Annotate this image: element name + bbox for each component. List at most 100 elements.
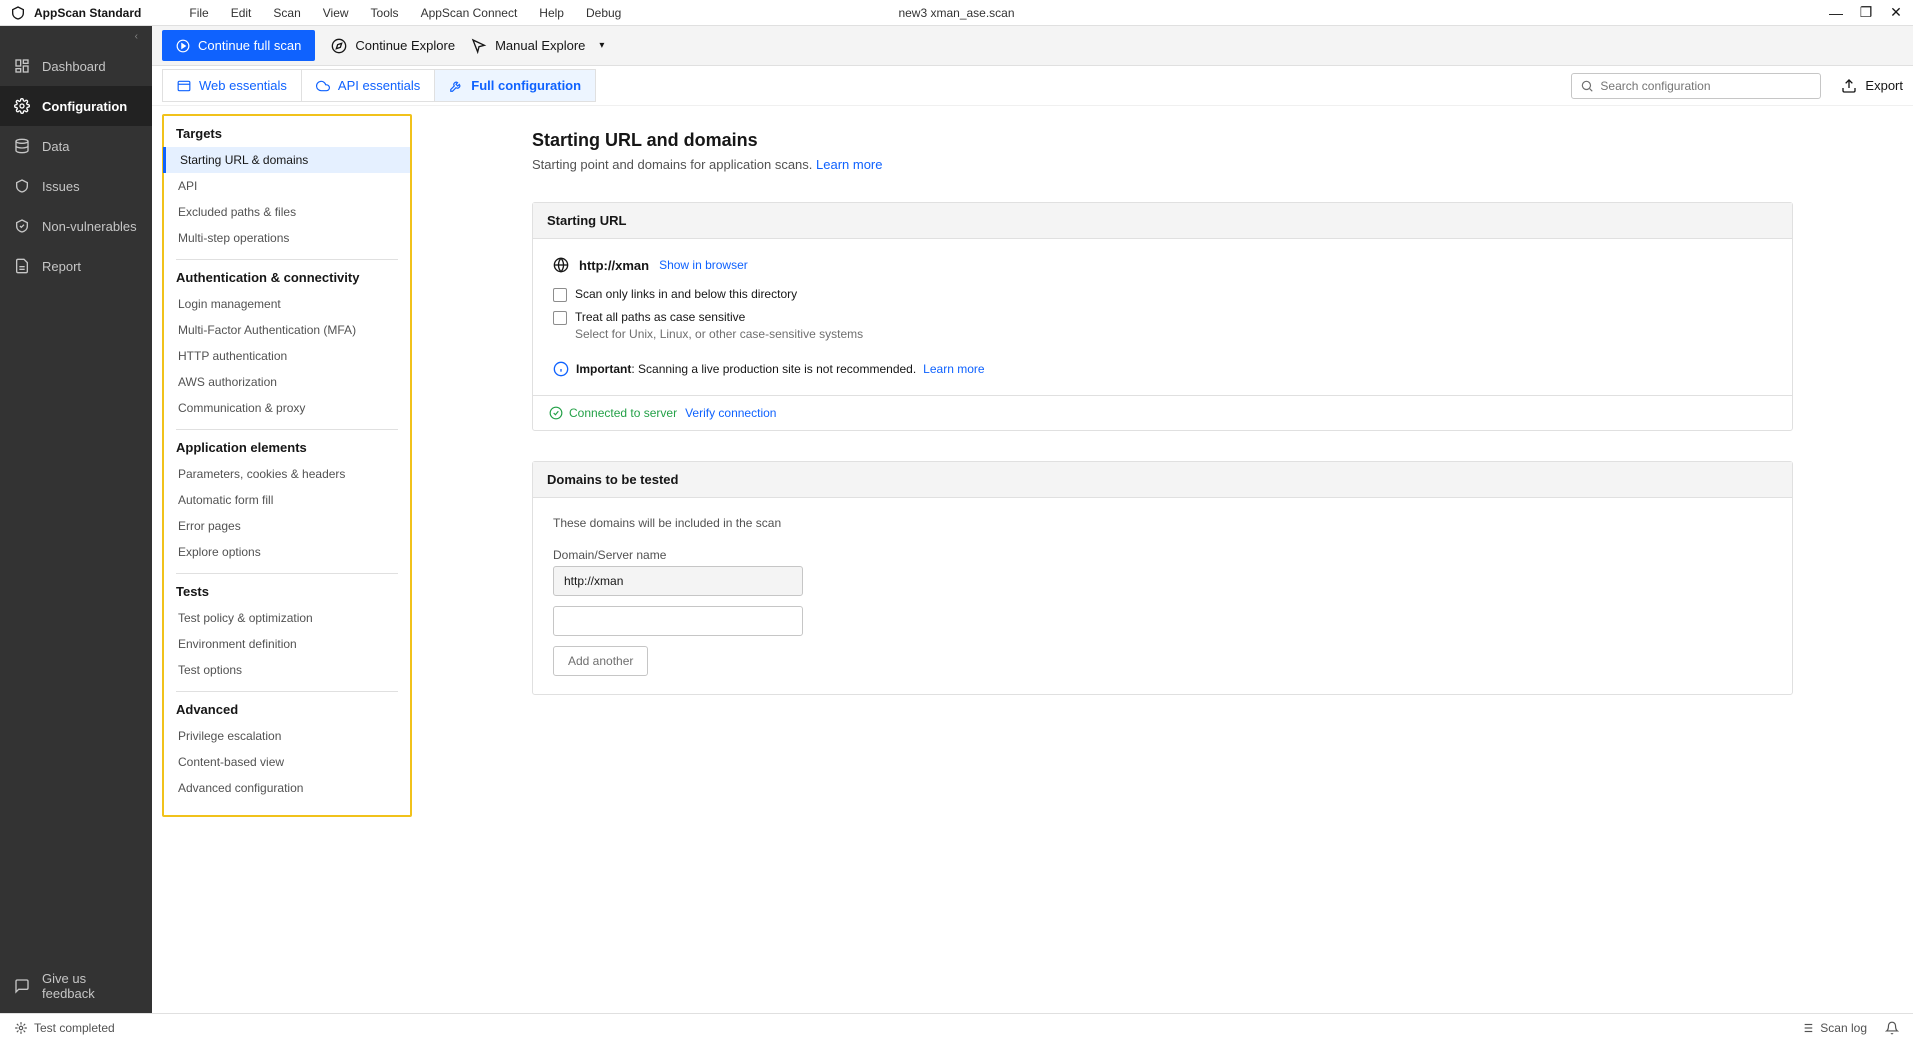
menu-edit[interactable]: Edit <box>231 6 252 20</box>
menu-view[interactable]: View <box>323 6 349 20</box>
tree-item-excluded-paths[interactable]: Excluded paths & files <box>164 199 410 225</box>
tab-web-essentials[interactable]: Web essentials <box>163 70 302 101</box>
tree-item-starting-url[interactable]: Starting URL & domains <box>163 147 410 173</box>
page-title: Starting URL and domains <box>532 130 1793 151</box>
database-icon <box>14 138 30 154</box>
config-tree: Targets Starting URL & domains API Exclu… <box>162 114 412 1013</box>
bell-icon <box>1885 1021 1899 1035</box>
sidebar-item-label: Non-vulnerables <box>42 219 137 234</box>
important-text: Important: Scanning a live production si… <box>576 362 916 376</box>
tree-item-mfa[interactable]: Multi-Factor Authentication (MFA) <box>164 317 410 343</box>
export-button[interactable]: Export <box>1841 78 1903 94</box>
main-panel: Starting URL and domains Starting point … <box>412 106 1913 1013</box>
globe-icon <box>553 257 569 273</box>
tree-group-app-elements: Application elements <box>164 430 410 461</box>
sidebar-collapse-icon[interactable]: ‹ <box>0 26 152 46</box>
tree-item-priv-esc[interactable]: Privilege escalation <box>164 723 410 749</box>
menu-scan[interactable]: Scan <box>273 6 300 20</box>
tree-item-explore-options[interactable]: Explore options <box>164 539 410 565</box>
sidebar-item-data[interactable]: Data <box>0 126 152 166</box>
tree-item-api[interactable]: API <box>164 173 410 199</box>
domain-input-2[interactable] <box>553 606 803 636</box>
domain-input-1[interactable] <box>553 566 803 596</box>
card-header-domains: Domains to be tested <box>533 462 1792 498</box>
button-label: Continue Explore <box>355 38 455 53</box>
domain-field-label: Domain/Server name <box>553 548 1772 562</box>
menu-file[interactable]: File <box>189 6 208 20</box>
tree-item-comm-proxy[interactable]: Communication & proxy <box>164 395 410 421</box>
sidebar-item-label: Dashboard <box>42 59 106 74</box>
tree-item-content-view[interactable]: Content-based view <box>164 749 410 775</box>
window-maximize-icon[interactable]: ❐ <box>1859 6 1873 20</box>
tree-item-login[interactable]: Login management <box>164 291 410 317</box>
case-sensitive-checkbox[interactable] <box>553 311 567 325</box>
tab-api-essentials[interactable]: API essentials <box>302 70 435 101</box>
tree-item-error-pages[interactable]: Error pages <box>164 513 410 539</box>
sidebar-item-non-vulnerables[interactable]: Non-vulnerables <box>0 206 152 246</box>
important-learn-more-link[interactable]: Learn more <box>923 362 984 376</box>
learn-more-link[interactable]: Learn more <box>816 157 882 172</box>
checkbox-label: Treat all paths as case sensitive <box>575 310 745 324</box>
tree-item-test-policy[interactable]: Test policy & optimization <box>164 605 410 631</box>
continue-explore-button[interactable]: Continue Explore <box>331 38 455 54</box>
sidebar-item-configuration[interactable]: Configuration <box>0 86 152 126</box>
tab-full-configuration[interactable]: Full configuration <box>435 70 595 101</box>
card-header-starting-url: Starting URL <box>533 203 1792 239</box>
search-input-wrapper[interactable] <box>1571 73 1821 99</box>
tree-group-tests: Tests <box>164 574 410 605</box>
tree-item-http-auth[interactable]: HTTP authentication <box>164 343 410 369</box>
sidebar: ‹ Dashboard Configuration Data Issues No… <box>0 26 152 1013</box>
window-close-icon[interactable]: ✕ <box>1889 6 1903 20</box>
tree-item-test-options[interactable]: Test options <box>164 657 410 683</box>
footer-status-text: Test completed <box>34 1021 115 1035</box>
tree-group-advanced: Advanced <box>164 692 410 723</box>
manual-explore-button[interactable]: Manual Explore ▾ <box>471 38 604 54</box>
sidebar-item-report[interactable]: Report <box>0 246 152 286</box>
config-tabs: Web essentials API essentials Full confi… <box>162 69 596 102</box>
sidebar-item-issues[interactable]: Issues <box>0 166 152 206</box>
menu-appscan-connect[interactable]: AppScan Connect <box>421 6 518 20</box>
checkbox-label: Scan only links in and below this direct… <box>575 287 797 301</box>
add-another-button[interactable]: Add another <box>553 646 648 676</box>
titlebar: AppScan Standard File Edit Scan View Too… <box>0 0 1913 26</box>
menubar: File Edit Scan View Tools AppScan Connec… <box>189 6 621 20</box>
shield-check-icon <box>14 218 30 234</box>
case-sensitive-note: Select for Unix, Linux, or other case-se… <box>575 327 1772 341</box>
scan-log-button[interactable]: Scan log <box>1800 1021 1867 1035</box>
starting-url-card: Starting URL http://xman Show in browser… <box>532 202 1793 431</box>
domains-note: These domains will be included in the sc… <box>553 516 1772 530</box>
sidebar-item-label: Give us feedback <box>42 971 138 1001</box>
sidebar-item-label: Issues <box>42 179 80 194</box>
search-icon <box>1580 79 1594 93</box>
search-input[interactable] <box>1600 79 1812 93</box>
tree-item-autofill[interactable]: Automatic form fill <box>164 487 410 513</box>
tree-item-env-def[interactable]: Environment definition <box>164 631 410 657</box>
tab-label: API essentials <box>338 78 420 93</box>
menu-tools[interactable]: Tools <box>371 6 399 20</box>
cursor-icon <box>471 38 487 54</box>
show-in-browser-link[interactable]: Show in browser <box>659 258 748 272</box>
app-logo-icon <box>10 5 26 21</box>
app-title: AppScan Standard <box>34 6 141 20</box>
tree-item-adv-config[interactable]: Advanced configuration <box>164 775 410 801</box>
chat-icon <box>14 978 30 994</box>
tab-label: Full configuration <box>471 78 581 93</box>
tree-item-multistep[interactable]: Multi-step operations <box>164 225 410 251</box>
toolbar: Continue full scan Continue Explore Manu… <box>152 26 1913 66</box>
verify-connection-link[interactable]: Verify connection <box>685 406 776 420</box>
menu-debug[interactable]: Debug <box>586 6 621 20</box>
dashboard-icon <box>14 58 30 74</box>
sidebar-item-dashboard[interactable]: Dashboard <box>0 46 152 86</box>
list-icon <box>1800 1021 1814 1035</box>
notifications-button[interactable] <box>1885 1021 1899 1035</box>
tree-item-aws[interactable]: AWS authorization <box>164 369 410 395</box>
continue-full-scan-button[interactable]: Continue full scan <box>162 30 315 61</box>
wrench-icon <box>449 79 463 93</box>
sidebar-item-feedback[interactable]: Give us feedback <box>0 959 152 1013</box>
connected-status: Connected to server <box>549 406 677 420</box>
window-minimize-icon[interactable]: — <box>1829 6 1843 20</box>
scan-only-below-checkbox[interactable] <box>553 288 567 302</box>
menu-help[interactable]: Help <box>539 6 564 20</box>
tree-item-params[interactable]: Parameters, cookies & headers <box>164 461 410 487</box>
compass-icon <box>331 38 347 54</box>
